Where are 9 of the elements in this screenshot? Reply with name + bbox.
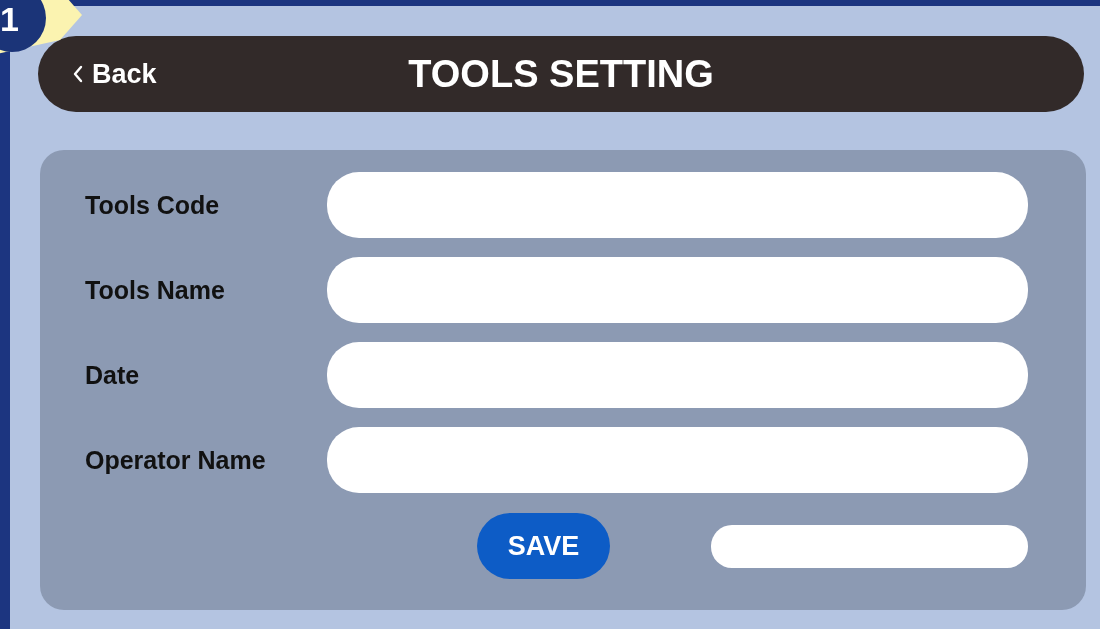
- field-label: Tools Name: [85, 275, 226, 305]
- field-label: Date: [85, 360, 141, 390]
- chevron-left-icon: [72, 64, 84, 84]
- input-field[interactable]: [710, 524, 1028, 568]
- save-button[interactable]: SAVE: [477, 513, 610, 579]
- field-label: Tools Code: [85, 190, 221, 220]
- back-button[interactable]: Back: [72, 58, 157, 90]
- page-title: TOOLS SETTING: [408, 52, 714, 96]
- field-label: Operator Name: [85, 445, 267, 475]
